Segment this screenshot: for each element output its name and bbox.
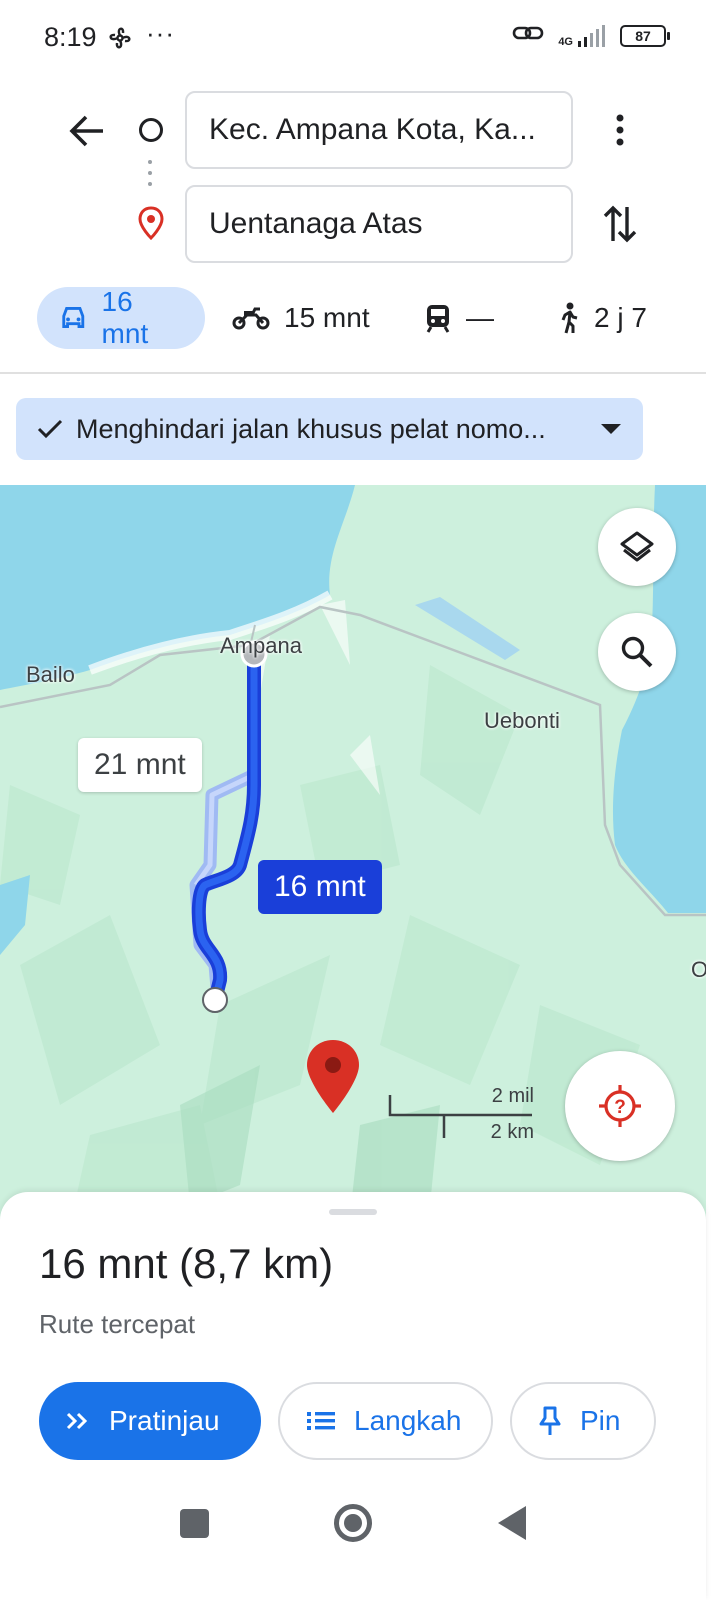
map-scale: 2 mil 2 km bbox=[388, 1085, 538, 1145]
layers-button[interactable] bbox=[598, 508, 676, 586]
main-route-time-callout[interactable]: 16 mnt bbox=[258, 860, 382, 914]
swap-button[interactable] bbox=[598, 200, 642, 248]
search-icon bbox=[621, 636, 653, 668]
status-time: 8:19 bbox=[44, 22, 97, 52]
destination-map-pin bbox=[307, 1040, 359, 1113]
header-divider bbox=[0, 372, 706, 374]
status-right: 4G 87 bbox=[512, 22, 670, 49]
route-options-chip[interactable]: Menghindari jalan khusus pelat nomo... bbox=[16, 398, 643, 460]
destination-input[interactable]: Uentanaga Atas bbox=[185, 185, 573, 263]
origin-circle-icon bbox=[139, 118, 163, 142]
pin-label: Pin bbox=[580, 1405, 621, 1436]
locate-icon: ? bbox=[599, 1085, 641, 1127]
map-label-edge: O bbox=[691, 957, 706, 982]
status-bar: 8:19 ··· 4G 87 bbox=[0, 0, 720, 78]
map-view[interactable]: Ampana Bailo Uebonti O 21 mnt 16 mnt 2 m… bbox=[0, 485, 706, 1225]
train-icon bbox=[426, 305, 450, 333]
recents-button[interactable] bbox=[180, 1509, 209, 1538]
route-connector bbox=[148, 160, 153, 194]
network-type: 4G bbox=[558, 35, 573, 48]
layers-icon bbox=[620, 531, 654, 562]
destination-pin-icon bbox=[137, 206, 165, 245]
walk-time: 2 j 7 bbox=[594, 302, 647, 333]
tab-motorcycle[interactable]: 15 mnt bbox=[232, 287, 370, 349]
fan-icon bbox=[106, 24, 134, 57]
back-button[interactable] bbox=[62, 106, 112, 156]
more-options-button[interactable] bbox=[600, 106, 640, 154]
tab-walk[interactable]: 2 j 7 bbox=[556, 287, 647, 349]
route-options-label: Menghindari jalan khusus pelat nomo... bbox=[76, 413, 546, 444]
car-icon bbox=[62, 307, 85, 328]
route-end-marker bbox=[202, 987, 228, 1013]
signal-icon: 4G bbox=[558, 24, 606, 48]
travel-mode-tabs: 16 mnt 15 mnt — 2 j 7 bbox=[0, 286, 720, 349]
home-button[interactable] bbox=[334, 1504, 372, 1542]
list-icon bbox=[307, 1412, 335, 1430]
tab-car[interactable]: 16 mnt bbox=[37, 286, 205, 349]
pin-icon bbox=[539, 1406, 561, 1435]
map-search-button[interactable] bbox=[598, 613, 676, 691]
water-bay bbox=[0, 485, 355, 690]
more-vert-icon bbox=[616, 114, 624, 146]
system-nav-bar bbox=[0, 1480, 720, 1570]
tab-transit[interactable]: — bbox=[424, 287, 494, 349]
preview-label: Pratinjau bbox=[109, 1405, 220, 1436]
alt-route-time-callout[interactable]: 21 mnt bbox=[78, 738, 202, 792]
pin-button[interactable]: Pin bbox=[510, 1382, 656, 1460]
walk-icon bbox=[561, 302, 578, 334]
origin-input[interactable]: Kec. Ampana Kota, Ka... bbox=[185, 91, 573, 169]
motorcycle-icon bbox=[232, 307, 270, 330]
preview-button[interactable]: Pratinjau bbox=[39, 1382, 261, 1460]
transit-time: — bbox=[466, 302, 494, 333]
sheet-drag-handle[interactable] bbox=[329, 1209, 377, 1215]
steps-label: Langkah bbox=[354, 1405, 462, 1436]
map-label-uebonti: Uebonti bbox=[484, 708, 560, 733]
battery-icon: 87 bbox=[620, 24, 670, 47]
route-summary: 16 mnt (8,7 km) bbox=[39, 1240, 334, 1287]
motorcycle-time: 15 mnt bbox=[284, 302, 370, 333]
check-icon bbox=[37, 419, 63, 439]
system-back-button[interactable] bbox=[498, 1506, 526, 1540]
scale-km: 2 km bbox=[490, 1121, 534, 1143]
map-label-ampana: Ampana bbox=[220, 633, 302, 658]
double-chevron-icon bbox=[66, 1412, 88, 1430]
link-icon bbox=[512, 22, 544, 49]
back-arrow-icon bbox=[69, 115, 103, 147]
steps-button[interactable]: Langkah bbox=[278, 1382, 493, 1460]
dropdown-icon bbox=[601, 424, 621, 434]
scale-miles: 2 mil bbox=[491, 1085, 534, 1107]
svg-text:?: ? bbox=[614, 1097, 626, 1118]
swap-icon bbox=[603, 205, 637, 243]
car-time: 16 mnt bbox=[101, 286, 149, 349]
my-location-button[interactable]: ? bbox=[565, 1051, 675, 1161]
map-label-bailo: Bailo bbox=[26, 662, 75, 687]
status-more-dots: ··· bbox=[146, 18, 175, 48]
route-description: Rute tercepat bbox=[39, 1309, 196, 1339]
